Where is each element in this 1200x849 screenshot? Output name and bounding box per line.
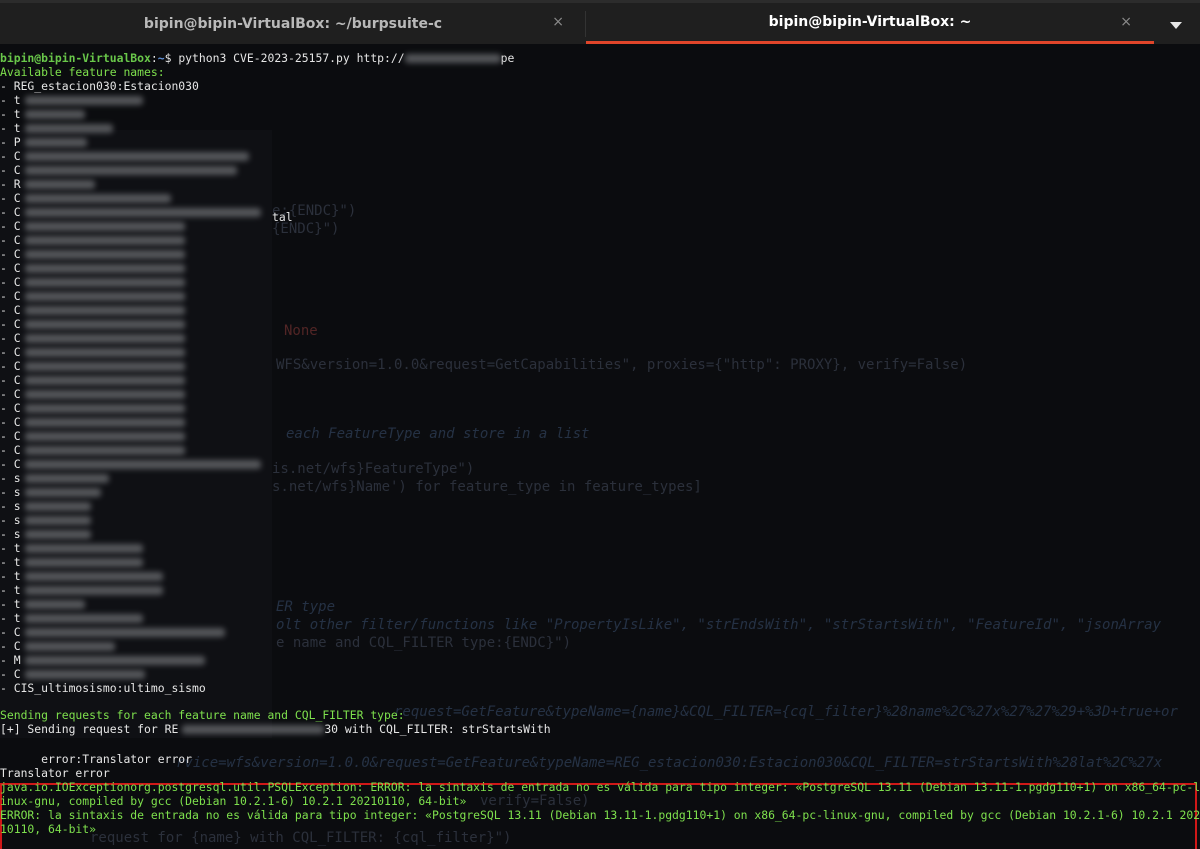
feature-item: - C (0, 667, 145, 681)
feature-item: - s (0, 471, 109, 485)
feature-item: - t (0, 583, 163, 597)
ghost-code-line: request=GetFeature&typeName={name}&CQL_F… (394, 704, 1178, 720)
ghost-code-line: is.net/wfs}FeatureType") (272, 461, 475, 477)
feature-item: - C (0, 149, 249, 163)
feature-item: - C (0, 457, 261, 471)
feature-item: - C (0, 317, 185, 331)
error-line: error:Translator error (0, 752, 193, 766)
ghost-code-line: e name and CQL_FILTER type:{ENDC}") (276, 635, 572, 651)
feature-item: - t (0, 597, 85, 611)
feature-item: - C (0, 163, 237, 177)
error-line: ERROR: la sintaxis de entrada no es váli… (0, 808, 1200, 822)
sending-request-line: [+] Sending request for RE 30 with CQL_FI… (0, 722, 551, 736)
feature-item: - t (0, 569, 163, 583)
tab-title: bipin@bipin-VirtualBox: ~/burpsuite-c (143, 15, 443, 32)
feature-item: - s (0, 513, 91, 527)
feature-item: - C (0, 639, 115, 653)
feature-item: - s (0, 485, 101, 499)
available-header: Available feature names: (0, 65, 165, 79)
feature-item: - t (0, 93, 143, 107)
feature-item: - C (0, 247, 185, 261)
chevron-down-icon (1170, 21, 1182, 29)
ghost-code-line: s.net/wfs}Name') for feature_type in fea… (272, 479, 702, 495)
feature-item: - C (0, 401, 185, 415)
feature-list: - REG_estacion030:Estacion030 - t - t - … (0, 79, 272, 738)
feature-item: - C (0, 359, 185, 373)
tab-title: bipin@bipin-VirtualBox: ~ (768, 14, 972, 30)
close-icon[interactable]: × (552, 14, 564, 30)
ghost-code-line: each FeatureType and store in a list (286, 426, 590, 442)
feature-item: - C (0, 415, 185, 429)
close-icon[interactable]: × (1120, 14, 1132, 30)
feature-item: - C (0, 345, 185, 359)
feature-item: - P (0, 135, 87, 149)
ghost-code-line: rvice=wfs&version=1.0.0&request=GetFeatu… (176, 755, 1163, 771)
feature-item: - C (0, 261, 185, 275)
feature-item: - REG_estacion030:Estacion030 (0, 79, 199, 93)
feature-item: - s (0, 527, 91, 541)
feature-item: - C (0, 429, 185, 443)
feature-item: - C (0, 625, 225, 639)
feature-item: - R (0, 177, 95, 191)
redacted-host (404, 54, 501, 63)
ghost-code-line: WFS&version=1.0.0&request=GetCapabilitie… (276, 357, 968, 373)
feature-item: - C (0, 275, 185, 289)
feature-item: - C (0, 191, 171, 205)
overlay-fragment: tal (272, 210, 293, 224)
feature-item: - t (0, 121, 113, 135)
feature-item: - t (0, 611, 143, 625)
tab-menu-button[interactable] (1164, 15, 1188, 35)
feature-item: - t (0, 555, 143, 569)
prompt-user: bipin@bipin-VirtualBox (0, 51, 151, 65)
feature-item: - M (0, 653, 205, 667)
feature-item: - C (0, 443, 185, 457)
command-line: bipin@bipin-VirtualBox:~$ python3 CVE-20… (0, 51, 514, 65)
feature-item: - s (0, 499, 91, 513)
ghost-code-line: ER type (276, 599, 336, 615)
ghost-code-line: olt other filter/functions like "Propert… (276, 617, 1162, 633)
error-line: Translator error (0, 766, 110, 780)
feature-item: - CIS_ultimosismo:ultimo_sismo (0, 681, 206, 695)
tab-burpsuite[interactable]: bipin@bipin-VirtualBox: ~/burpsuite-c × (0, 3, 586, 44)
error-line: java.io.IOExceptionorg.postgresql.util.P… (0, 780, 1200, 794)
feature-item: - C (0, 289, 185, 303)
prompt-separator: : (150, 51, 158, 65)
feature-item: - t (0, 107, 85, 121)
command-text: python3 CVE-2023-25157.py http:// (178, 51, 405, 65)
feature-item: - C (0, 373, 185, 387)
tab-home[interactable]: bipin@bipin-VirtualBox: ~ × (586, 3, 1154, 44)
feature-item: - C (0, 205, 261, 219)
error-line: inux-gnu, compiled by gcc (Debian 10.2.1… (0, 794, 467, 808)
command-text-tail: pe (500, 51, 515, 65)
prompt-symbol: $ (164, 51, 179, 65)
tab-bar: bipin@bipin-VirtualBox: ~/burpsuite-c × … (0, 0, 1200, 44)
sending-header: Sending requests for each feature name a… (0, 708, 405, 722)
prompt-path: ~ (157, 51, 165, 65)
feature-item: - t (0, 541, 143, 555)
feature-item: - C (0, 303, 185, 317)
feature-item: - C (0, 331, 185, 345)
terminal-output[interactable]: e:{ENDC}") {ENDC}") None WFS&version=1.0… (0, 44, 1200, 849)
error-line: 10110, 64-bit» (0, 822, 97, 836)
feature-item: - C (0, 219, 185, 233)
ghost-code-line: None (284, 323, 318, 339)
feature-item: - C (0, 233, 185, 247)
feature-item: - C (0, 387, 185, 401)
